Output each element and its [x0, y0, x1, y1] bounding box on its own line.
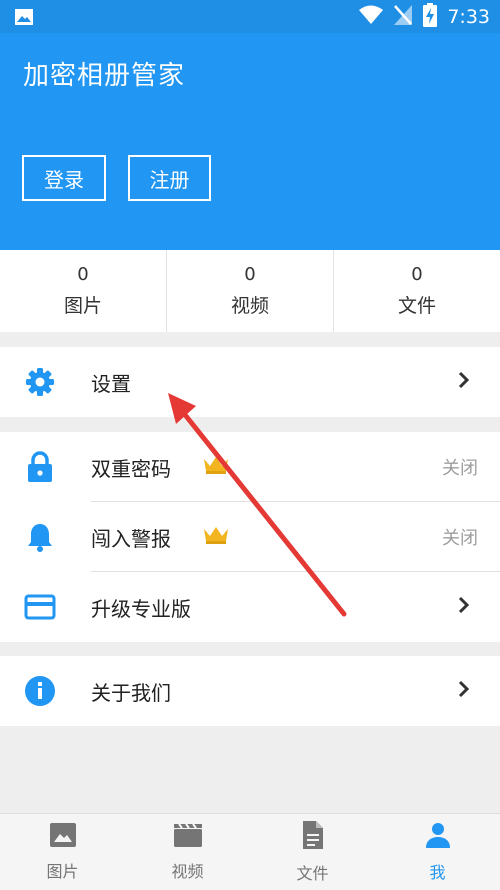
toggle-status: 关闭	[442, 528, 478, 549]
stat-label: 图片	[63, 295, 102, 317]
wifi-icon	[359, 5, 384, 29]
menu-item-label: 双重密码	[91, 456, 171, 481]
stat-videos[interactable]: 0 视频	[167, 250, 334, 332]
tab-videos[interactable]: 视频	[125, 814, 250, 890]
menu-item-settings[interactable]: 设置	[0, 347, 500, 417]
stat-images[interactable]: 0 图片	[0, 250, 167, 332]
gallery-notification-icon	[14, 8, 34, 30]
lock-icon	[24, 451, 56, 483]
menu-item-label: 设置	[91, 371, 131, 396]
tab-label: 图片	[46, 862, 79, 881]
menu-item-label: 关于我们	[91, 680, 171, 705]
tab-label: 视频	[171, 862, 204, 881]
stat-files[interactable]: 0 文件	[334, 250, 500, 332]
stat-count: 0	[411, 264, 423, 285]
toggle-status: 关闭	[442, 458, 478, 479]
status-bar: 7:33	[0, 0, 500, 33]
tab-images[interactable]: 图片	[0, 814, 125, 890]
tab-label: 我	[429, 863, 446, 882]
menu-item-upgrade[interactable]: 升级专业版	[0, 572, 500, 642]
profile-header: 加密相册管家 登录 注册	[0, 33, 500, 250]
menu-item-intrusion-alert[interactable]: 闯入警报 关闭	[0, 502, 500, 572]
security-card: 双重密码 关闭 闯入警报 关闭 升级专业版	[0, 432, 500, 642]
bell-icon	[24, 521, 56, 553]
stat-count: 0	[244, 264, 256, 285]
menu-item-about[interactable]: 关于我们	[0, 656, 500, 726]
clock: 7:33	[447, 6, 490, 28]
file-icon	[301, 820, 325, 854]
image-icon	[49, 822, 77, 852]
no-signal-icon	[393, 4, 413, 30]
battery-charging-icon	[423, 3, 438, 31]
info-icon	[24, 675, 56, 707]
person-icon	[424, 821, 452, 853]
menu-item-double-password[interactable]: 双重密码 关闭	[0, 432, 500, 502]
gear-icon	[24, 366, 56, 398]
tab-label: 文件	[296, 864, 329, 883]
menu-item-label: 闯入警报	[91, 526, 171, 551]
login-button[interactable]: 登录	[22, 155, 106, 201]
chevron-right-icon	[458, 680, 470, 702]
credit-card-icon	[24, 591, 56, 623]
stats-panel: 0 图片 0 视频 0 文件	[0, 250, 500, 332]
chevron-right-icon	[458, 596, 470, 618]
chevron-right-icon	[458, 371, 470, 393]
crown-icon	[202, 525, 230, 549]
stat-count: 0	[77, 264, 89, 285]
bottom-nav: 图片 视频 文件 我	[0, 813, 500, 890]
stat-label: 视频	[230, 295, 269, 317]
video-icon	[173, 822, 203, 852]
crown-icon	[202, 455, 230, 479]
tab-files[interactable]: 文件	[250, 814, 375, 890]
about-card: 关于我们	[0, 656, 500, 726]
menu-item-label: 升级专业版	[91, 596, 191, 621]
app-title: 加密相册管家	[23, 61, 186, 91]
settings-card: 设置	[0, 347, 500, 417]
tab-me[interactable]: 我	[375, 814, 500, 890]
stat-label: 文件	[397, 295, 436, 317]
register-button[interactable]: 注册	[128, 155, 211, 201]
